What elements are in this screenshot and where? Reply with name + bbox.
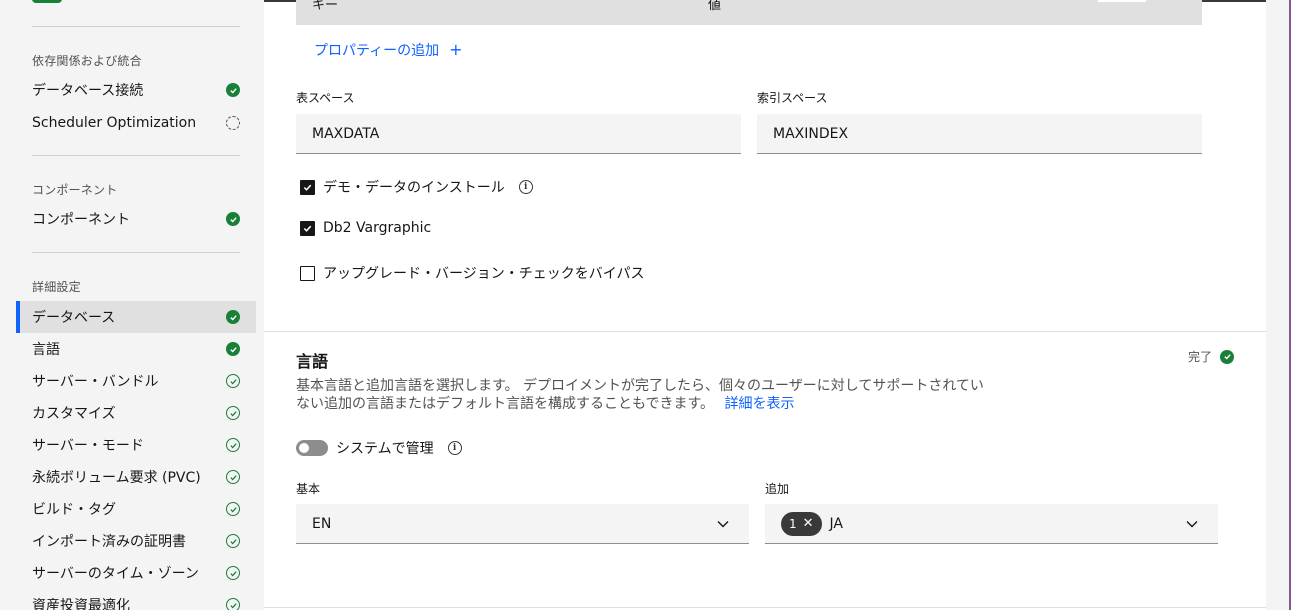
system-managed-toggle-row: システムで管理 i [296, 438, 462, 458]
close-icon[interactable]: ✕ [803, 517, 814, 530]
base-language-value: EN [312, 515, 332, 532]
status-label: 完了 [1188, 350, 1213, 364]
sidebar-item-label: サーバー・バンドル [32, 374, 159, 390]
complete-icon [226, 83, 240, 97]
divider [1098, 0, 1146, 2]
sidebar-item-server-mode[interactable]: サーバー・モード [16, 429, 256, 461]
sidebar-item-pvc[interactable]: 永続ボリューム要求 (PVC) [16, 461, 256, 493]
db2-vargraphic-label: Db2 Vargraphic [323, 220, 432, 236]
sidebar-item-label: データベース [32, 310, 116, 326]
complete-outline-icon [226, 502, 240, 516]
selected-count-tag[interactable]: 1 ✕ [781, 511, 822, 536]
chevron-down-icon [717, 520, 729, 527]
sidebar-item-customization[interactable]: カスタマイズ [16, 397, 256, 429]
language-description-text: 基本言語と追加言語を選択します。 デプロイメントが完了したら、個々のユーザーに対… [296, 378, 984, 412]
install-demo-data-checkbox[interactable]: デモ・データのインストール i [300, 177, 533, 197]
complete-icon [226, 310, 240, 324]
complete-icon [226, 342, 240, 356]
checkbox-checked-icon[interactable] [300, 179, 315, 195]
plus-icon: + [449, 40, 463, 59]
section-heading-dependencies: 依存関係および統合 [32, 54, 142, 68]
info-icon[interactable]: i [447, 441, 462, 455]
sidebar-item-label: データベース接続 [32, 83, 144, 99]
main-panel: キー 値 プロパティーの追加 + 表スペース MAXDATA 索引スペース MA… [264, 0, 1266, 610]
sidebar-item-label: サーバーのタイム・ゾーン [32, 566, 199, 582]
additional-language-label: 追加 [765, 482, 790, 496]
divider [32, 26, 240, 27]
learn-more-link[interactable]: 詳細を表示 [725, 396, 795, 412]
divider [32, 155, 240, 156]
sidebar: 依存関係および統合 データベース接続 Scheduler Optimizatio… [0, 0, 264, 610]
sidebar-item-label: コンポーネント [32, 212, 130, 228]
base-language-label: 基本 [296, 482, 321, 496]
checkbox-unchecked-icon[interactable] [300, 265, 315, 281]
status-badge-stub [32, 0, 62, 3]
language-status: 完了 [1188, 348, 1235, 365]
tablespace-value: MAXDATA [312, 125, 380, 142]
complete-outline-icon [226, 406, 240, 420]
sidebar-item-server-timezone[interactable]: サーバーのタイム・ゾーン [16, 557, 256, 589]
complete-outline-icon [226, 566, 240, 580]
system-managed-label: システムで管理 [336, 441, 434, 457]
sidebar-item-database[interactable]: データベース [16, 301, 256, 333]
sidebar-item-database-connection[interactable]: データベース接続 [16, 74, 256, 106]
divider [32, 252, 240, 253]
add-property-button[interactable]: プロパティーの追加 + [314, 40, 463, 60]
complete-icon [226, 212, 240, 226]
selected-count: 1 [789, 516, 797, 531]
sidebar-item-scheduler-optimization[interactable]: Scheduler Optimization [16, 107, 256, 139]
sidebar-item-asset-investment-optimizer[interactable]: 資産投資最適化 [16, 589, 256, 610]
tablespace-label: 表スペース [296, 91, 355, 105]
divider [264, 607, 1266, 608]
tablespace-input[interactable]: MAXDATA [296, 114, 741, 154]
complete-outline-icon [226, 598, 240, 610]
sidebar-item-build-tags[interactable]: ビルド・タグ [16, 493, 256, 525]
sidebar-item-label: 資産投資最適化 [32, 598, 130, 610]
indexspace-label: 索引スペース [757, 91, 828, 105]
sidebar-item-label: ビルド・タグ [32, 502, 116, 518]
toggle-knob [299, 443, 309, 453]
indexspace-value: MAXINDEX [773, 125, 849, 142]
complete-outline-icon [226, 470, 240, 484]
bypass-upgrade-check-label: アップグレード・バージョン・チェックをバイパス [323, 266, 645, 282]
base-language-select[interactable]: EN [296, 504, 749, 544]
additional-language-select[interactable]: 1 ✕ JA [765, 504, 1218, 544]
sidebar-item-components[interactable]: コンポーネント [16, 203, 256, 235]
language-description: 基本言語と追加言語を選択します。 デプロイメントが完了したら、個々のユーザーに対… [296, 377, 996, 413]
checkbox-checked-icon[interactable] [300, 220, 315, 236]
sidebar-item-server-bundles[interactable]: サーバー・バンドル [16, 365, 256, 397]
sidebar-item-imported-certificates[interactable]: インポート済みの証明書 [16, 525, 256, 557]
indexspace-input[interactable]: MAXINDEX [757, 114, 1202, 154]
install-demo-data-label: デモ・データのインストール [323, 180, 505, 196]
section-heading-components: コンポーネント [32, 183, 118, 197]
sidebar-item-label: 言語 [32, 342, 60, 358]
column-header-value: 値 [708, 0, 722, 13]
sidebar-item-label: Scheduler Optimization [32, 115, 197, 131]
complete-outline-icon [226, 438, 240, 452]
additional-language-value: JA [829, 515, 844, 532]
sidebar-item-language[interactable]: 言語 [16, 333, 256, 365]
info-icon[interactable]: i [518, 180, 533, 194]
bypass-upgrade-check-checkbox[interactable]: アップグレード・バージョン・チェックをバイパス [300, 263, 644, 283]
complete-outline-icon [226, 534, 240, 548]
not-started-icon [226, 116, 240, 130]
column-header-key: キー [312, 0, 339, 13]
sidebar-item-label: インポート済みの証明書 [32, 534, 186, 550]
sidebar-item-label: カスタマイズ [32, 406, 116, 422]
language-section-title: 言語 [296, 352, 329, 371]
properties-table-header: キー 値 [296, 0, 1202, 25]
sidebar-item-label: 永続ボリューム要求 (PVC) [32, 470, 201, 486]
complete-outline-icon [226, 374, 240, 388]
db2-vargraphic-checkbox[interactable]: Db2 Vargraphic [300, 220, 431, 236]
section-heading-advanced: 詳細設定 [32, 280, 81, 294]
divider [264, 331, 1266, 332]
complete-icon [1220, 349, 1235, 364]
add-property-label: プロパティーの追加 [314, 43, 440, 59]
chevron-down-icon [1186, 520, 1198, 527]
sidebar-item-label: サーバー・モード [32, 438, 144, 454]
system-managed-toggle[interactable] [296, 440, 328, 456]
